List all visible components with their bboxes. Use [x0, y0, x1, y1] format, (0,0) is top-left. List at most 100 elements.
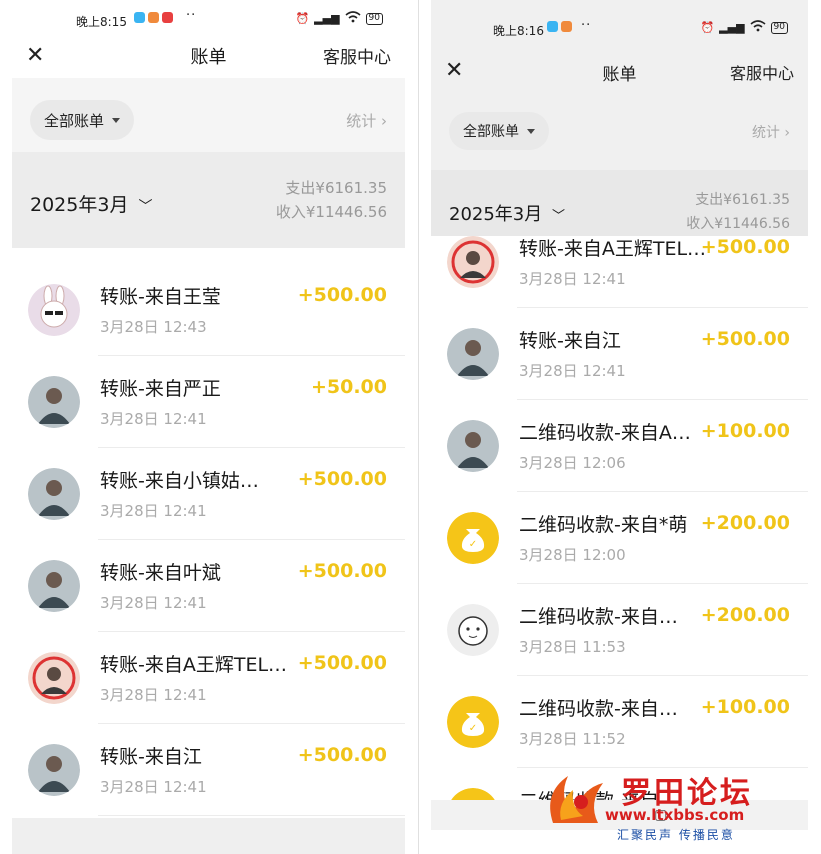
left-screenshot: 晚上8:15 ·· ⏰ ▂▄▆ 90 ✕ 账单 客服中心 全部账单 统计 › 2…: [12, 0, 405, 854]
caret-down-icon: [527, 128, 535, 134]
svg-text:✓: ✓: [469, 539, 477, 550]
person-avatar: [28, 468, 80, 520]
transaction-title: 转账-来自叶斌: [100, 562, 221, 584]
filter-label: 全部账单: [463, 124, 519, 140]
app-badge-icon: [148, 12, 159, 23]
transaction-amount: +500.00: [297, 468, 387, 490]
transaction-time: 3月28日 12:41: [519, 270, 626, 288]
more-dots: ··: [186, 8, 197, 23]
battery-icon: 90: [365, 12, 383, 25]
transaction-title: 转账-来自江: [519, 330, 621, 352]
transaction-time: 3月28日 12:41: [100, 502, 207, 520]
transaction-time: 3月28日 12:06: [519, 454, 626, 472]
transaction-list: 转账-来自王莹 3月28日 12:43 +500.00 转账-来自严正 3月28日 12…: [12, 264, 405, 836]
money-bag-icon: ✓: [447, 696, 499, 748]
transaction-time: 3月28日 11:52: [519, 730, 626, 748]
transaction-time: 3月28日 12:00: [519, 546, 626, 564]
wifi-icon: [750, 20, 766, 35]
cartoon-avatar: [447, 604, 499, 656]
customer-service-button[interactable]: 客服中心: [730, 60, 794, 84]
stats-link[interactable]: 统计 ›: [752, 122, 790, 142]
transaction-row[interactable]: 转账-来自小镇姑… 3月28日 12:41 +500.00: [12, 448, 405, 540]
status-time: 晚上8:16: [493, 24, 544, 38]
alarm-icon: ⏰: [295, 12, 310, 25]
person-avatar: [447, 420, 499, 472]
transaction-title: 转账-来自A王辉TEL…: [100, 654, 288, 676]
transaction-amount: +500.00: [700, 328, 790, 350]
transaction-amount: +200.00: [700, 604, 790, 626]
bill-filter-dropdown[interactable]: 全部账单: [449, 112, 549, 150]
wifi-icon: [345, 11, 361, 26]
transaction-time: 3月28日 12:41: [100, 594, 207, 612]
person-avatar: [28, 560, 80, 612]
battery-icon: 90: [770, 21, 788, 34]
person-avatar: [28, 744, 80, 796]
status-bar: 晚上8:16 ·· ⏰ ▂▄▆ 90: [431, 0, 808, 50]
watermark-slogan: 汇聚民声 传播民意: [617, 828, 735, 842]
signal-icon: ▂▄▆: [719, 21, 745, 34]
expense-total: 支出¥6161.35: [285, 179, 387, 197]
transaction-amount: +200.00: [700, 512, 790, 534]
top-bar: ✕ 账单 客服中心: [431, 50, 808, 94]
month-label: 2025年3月: [30, 194, 129, 216]
transaction-title: 转账-来自王莹: [100, 286, 221, 308]
month-summary: 支出¥6161.35 收入¥11446.56: [276, 176, 387, 224]
filter-label: 全部账单: [44, 111, 105, 130]
transaction-title: 二维码收款-来自…: [519, 698, 678, 720]
income-total: 收入¥11446.56: [275, 203, 387, 221]
signal-icon: ▂▄▆: [314, 12, 340, 25]
transaction-amount: +500.00: [297, 284, 387, 306]
transaction-row[interactable]: 二维码收款-来自… 3月28日 11:53 +200.00: [431, 584, 808, 676]
app-badge-icon: [162, 12, 173, 23]
transaction-row[interactable]: 转账-来自A王辉TEL… 3月28日 12:41 +500.00: [12, 632, 405, 724]
chevron-down-icon: ﹀: [138, 199, 153, 215]
top-bar: ✕ 账单 客服中心: [12, 38, 405, 78]
app-badge-icon: [134, 12, 145, 23]
notification-badges: [134, 12, 173, 23]
filter-bar: 全部账单 统计 ›: [12, 78, 405, 152]
transaction-time: 3月28日 12:41: [100, 778, 207, 796]
transaction-row[interactable]: 转账-来自叶斌 3月28日 12:41 +500.00: [12, 540, 405, 632]
status-icons: ⏰ ▂▄▆ 90: [700, 20, 788, 35]
transaction-amount: +500.00: [297, 652, 387, 674]
transaction-title: 转账-来自小镇姑…: [100, 470, 259, 492]
transaction-title: 二维码收款-来自…: [519, 606, 678, 628]
transaction-amount: +100.00: [700, 420, 790, 442]
stats-link[interactable]: 统计 ›: [346, 110, 387, 131]
month-selector[interactable]: 2025年3月 ﹀: [30, 190, 153, 217]
expense-total: 支出¥6161.35: [695, 192, 790, 208]
transaction-time: 3月28日 12:41: [519, 362, 626, 380]
transaction-title: 二维码收款-来自*萌: [519, 514, 688, 536]
transaction-time: 3月28日 12:41: [100, 686, 207, 704]
status-icons: ⏰ ▂▄▆ 90: [295, 11, 383, 26]
status-bar: 晚上8:15 ·· ⏰ ▂▄▆ 90: [12, 0, 405, 38]
transaction-row[interactable]: ✓ 二维码收款-来自*萌 3月28日 12:00 +200.00: [431, 492, 808, 584]
transaction-row[interactable]: 转账-来自江 3月28日 12:41 +500.00: [431, 308, 808, 400]
transaction-title: 二维码收款-来自A…: [519, 422, 691, 444]
transaction-time: 3月28日 11:53: [519, 638, 626, 656]
transaction-time: 3月28日 12:41: [100, 410, 207, 428]
right-screenshot: 晚上8:16 ·· ⏰ ▂▄▆ 90 ✕ 账单 客服中心 全部账单 统计 › 2…: [431, 0, 808, 830]
notification-badges: [547, 21, 572, 32]
caret-down-icon: [112, 117, 121, 123]
filter-bar: 全部账单 统计 ›: [431, 94, 808, 170]
app-badge-icon: [547, 21, 558, 32]
transaction-amount: +50.00: [310, 376, 387, 398]
transaction-row[interactable]: 转账-来自江 3月28日 12:41 +500.00: [12, 724, 405, 816]
transaction-amount: +500.00: [297, 560, 387, 582]
transaction-row[interactable]: 转账-来自王莹 3月28日 12:43 +500.00: [12, 264, 405, 356]
alarm-icon: ⏰: [700, 21, 715, 34]
bottom-area: [12, 818, 405, 854]
framed-avatar: [28, 652, 80, 704]
svg-text:✓: ✓: [469, 723, 477, 734]
transaction-row[interactable]: 二维码收款-来自A… 3月28日 12:06 +100.00: [431, 400, 808, 492]
transaction-row[interactable]: 转账-来自A王辉TEL… 3月28日 12:41 +500.00: [431, 216, 808, 308]
customer-service-button[interactable]: 客服中心: [323, 43, 391, 68]
transaction-amount: +100.00: [700, 696, 790, 718]
transaction-row[interactable]: ✓ 二维码收款-来自… 3月28日 11:52 +100.00: [431, 676, 808, 768]
transaction-title: 转账-来自A王辉TEL…: [519, 238, 707, 260]
framed-avatar: [447, 236, 499, 288]
transaction-time: 3月28日 12:43: [100, 318, 207, 336]
transaction-row[interactable]: 转账-来自严正 3月28日 12:41 +50.00: [12, 356, 405, 448]
bill-filter-dropdown[interactable]: 全部账单: [30, 100, 135, 140]
